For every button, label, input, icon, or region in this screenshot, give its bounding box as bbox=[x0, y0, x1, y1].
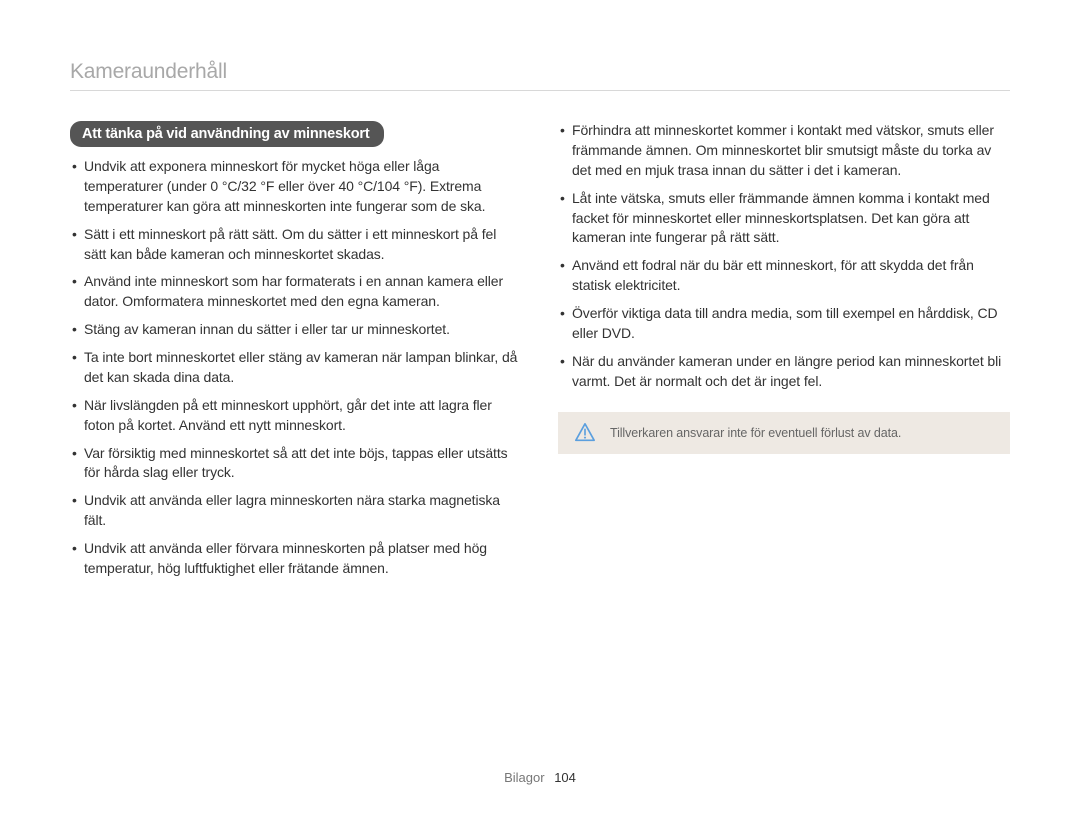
content-columns: Att tänka på vid användning av minneskor… bbox=[70, 121, 1010, 587]
list-item: Använd ett fodral när du bär ett minnesk… bbox=[558, 256, 1010, 296]
list-item: Undvik att använda eller lagra minneskor… bbox=[70, 491, 522, 531]
page-title: Kameraunderhåll bbox=[70, 60, 1010, 91]
footer-label: Bilagor bbox=[504, 770, 544, 785]
notice-box: Tillverkaren ansvarar inte för eventuell… bbox=[558, 412, 1010, 454]
list-item: När du använder kameran under en längre … bbox=[558, 352, 1010, 392]
section-heading: Att tänka på vid användning av minneskor… bbox=[70, 121, 384, 147]
list-item: Låt inte vätska, smuts eller främmande ä… bbox=[558, 189, 1010, 249]
right-bullet-list: Förhindra att minneskortet kommer i kont… bbox=[558, 121, 1010, 392]
left-bullet-list: Undvik att exponera minneskort för mycke… bbox=[70, 157, 522, 579]
list-item: Undvik att använda eller förvara minnesk… bbox=[70, 539, 522, 579]
warning-icon bbox=[574, 422, 596, 444]
list-item: Överför viktiga data till andra media, s… bbox=[558, 304, 1010, 344]
list-item: Stäng av kameran innan du sätter i eller… bbox=[70, 320, 522, 340]
left-column: Att tänka på vid användning av minneskor… bbox=[70, 121, 522, 587]
list-item: Var försiktig med minneskortet så att de… bbox=[70, 444, 522, 484]
notice-text: Tillverkaren ansvarar inte för eventuell… bbox=[610, 426, 901, 440]
page-footer: Bilagor 104 bbox=[0, 770, 1080, 785]
list-item: Ta inte bort minneskortet eller stäng av… bbox=[70, 348, 522, 388]
right-column: Förhindra att minneskortet kommer i kont… bbox=[558, 121, 1010, 587]
list-item: Förhindra att minneskortet kommer i kont… bbox=[558, 121, 1010, 181]
list-item: När livslängden på ett minneskort upphör… bbox=[70, 396, 522, 436]
list-item: Sätt i ett minneskort på rätt sätt. Om d… bbox=[70, 225, 522, 265]
list-item: Använd inte minneskort som har formatera… bbox=[70, 272, 522, 312]
list-item: Undvik att exponera minneskort för mycke… bbox=[70, 157, 522, 217]
footer-page-number: 104 bbox=[554, 770, 576, 785]
